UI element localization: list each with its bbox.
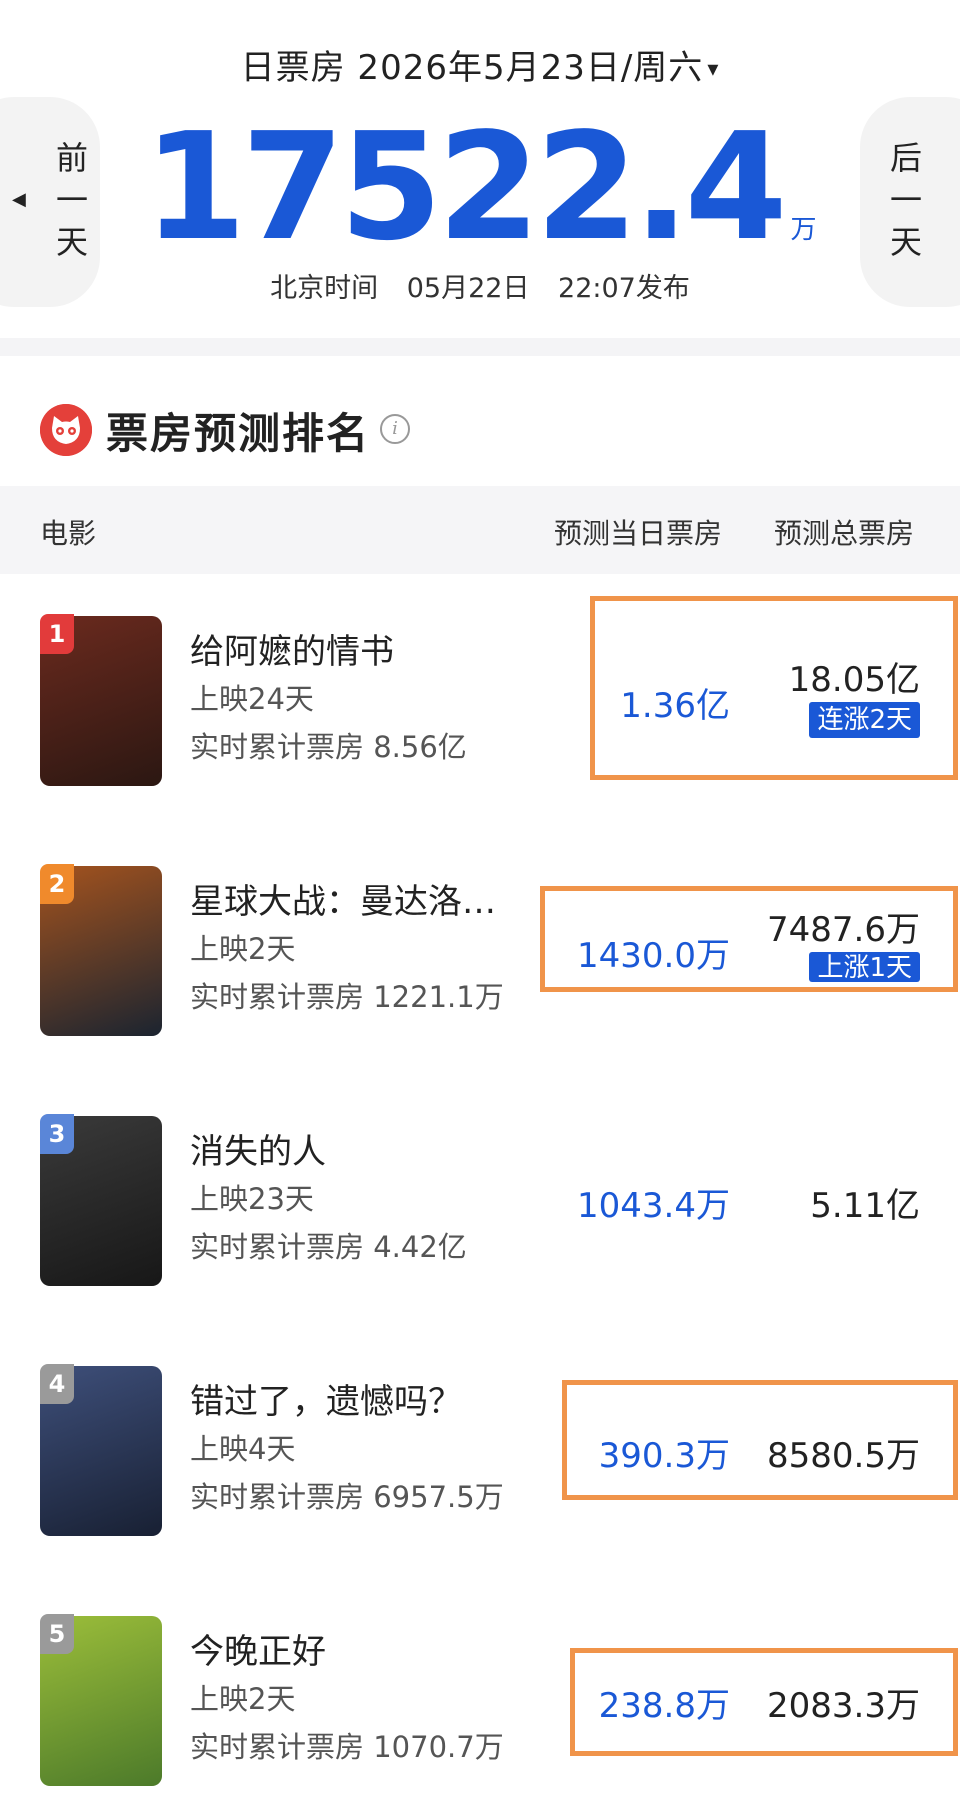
- info-icon[interactable]: i: [380, 414, 410, 444]
- highlight-box: [570, 1648, 958, 1756]
- total-value: 17522.4: [143, 101, 787, 273]
- publish-label: 北京时间: [270, 273, 379, 304]
- movie-days: 上映2天: [190, 1682, 296, 1716]
- movie-cumulative: 实时累计票房 4.42亿: [190, 1230, 467, 1264]
- movie-days: 上映2天: [190, 932, 296, 966]
- table-header: 电影 预测当日票房 预测总票房: [0, 486, 960, 574]
- section-title: 票房预测排名: [106, 409, 371, 458]
- column-header-movie: 电影: [40, 517, 97, 550]
- movie-title: 给阿嬷的情书: [190, 632, 394, 672]
- highlight-box: [540, 886, 958, 992]
- date-selector[interactable]: 日票房 2026年5月23日/周六 ▾: [0, 40, 960, 89]
- rank-badge: 4: [40, 1364, 74, 1404]
- movie-cumulative: 实时累计票房 6957.5万: [190, 1480, 504, 1514]
- column-header-total: 预测总票房: [774, 517, 915, 550]
- rank-badge: 3: [40, 1114, 74, 1154]
- movie-days: 上映4天: [190, 1432, 296, 1466]
- movie-title: 今晚正好: [190, 1632, 326, 1672]
- rank-badge: 1: [40, 614, 74, 654]
- rank-badge: 5: [40, 1614, 74, 1654]
- section-divider: [0, 338, 960, 356]
- movie-title: 星球大战：曼达洛…: [190, 882, 496, 922]
- movie-cumulative: 实时累计票房 1221.1万: [190, 980, 504, 1014]
- chevron-down-icon: ▾: [707, 57, 720, 82]
- predicted-daily: 1043.4万: [577, 1186, 730, 1226]
- movie-cumulative: 实时累计票房 8.56亿: [190, 730, 467, 764]
- movie-days: 上映23天: [190, 1182, 314, 1216]
- movie-title: 错过了，遗憾吗？: [190, 1382, 462, 1422]
- maoyan-cat-icon: [40, 404, 92, 456]
- daily-total-boxoffice: 17522.4 万: [0, 112, 960, 262]
- movie-cumulative: 实时累计票房 1070.7万: [190, 1730, 504, 1764]
- publish-date: 05月22日: [406, 273, 530, 304]
- predicted-total: 5.11亿: [810, 1186, 920, 1226]
- publish-info: 北京时间 05月22日 22:07发布: [0, 266, 960, 305]
- date-text: 日票房 2026年5月23日/周六: [240, 48, 704, 88]
- highlight-box: [562, 1380, 958, 1500]
- movie-title: 消失的人: [190, 1132, 326, 1172]
- highlight-box: [590, 596, 958, 780]
- total-unit: 万: [790, 215, 817, 245]
- publish-time: 22:07发布: [558, 273, 690, 304]
- rank-badge: 2: [40, 864, 74, 904]
- column-header-daily: 预测当日票房: [554, 517, 723, 550]
- table-row[interactable]: 3 消失的人 上映23天 实时累计票房 4.42亿 1043.4万 5.11亿: [0, 1084, 960, 1286]
- movie-days: 上映24天: [190, 682, 314, 716]
